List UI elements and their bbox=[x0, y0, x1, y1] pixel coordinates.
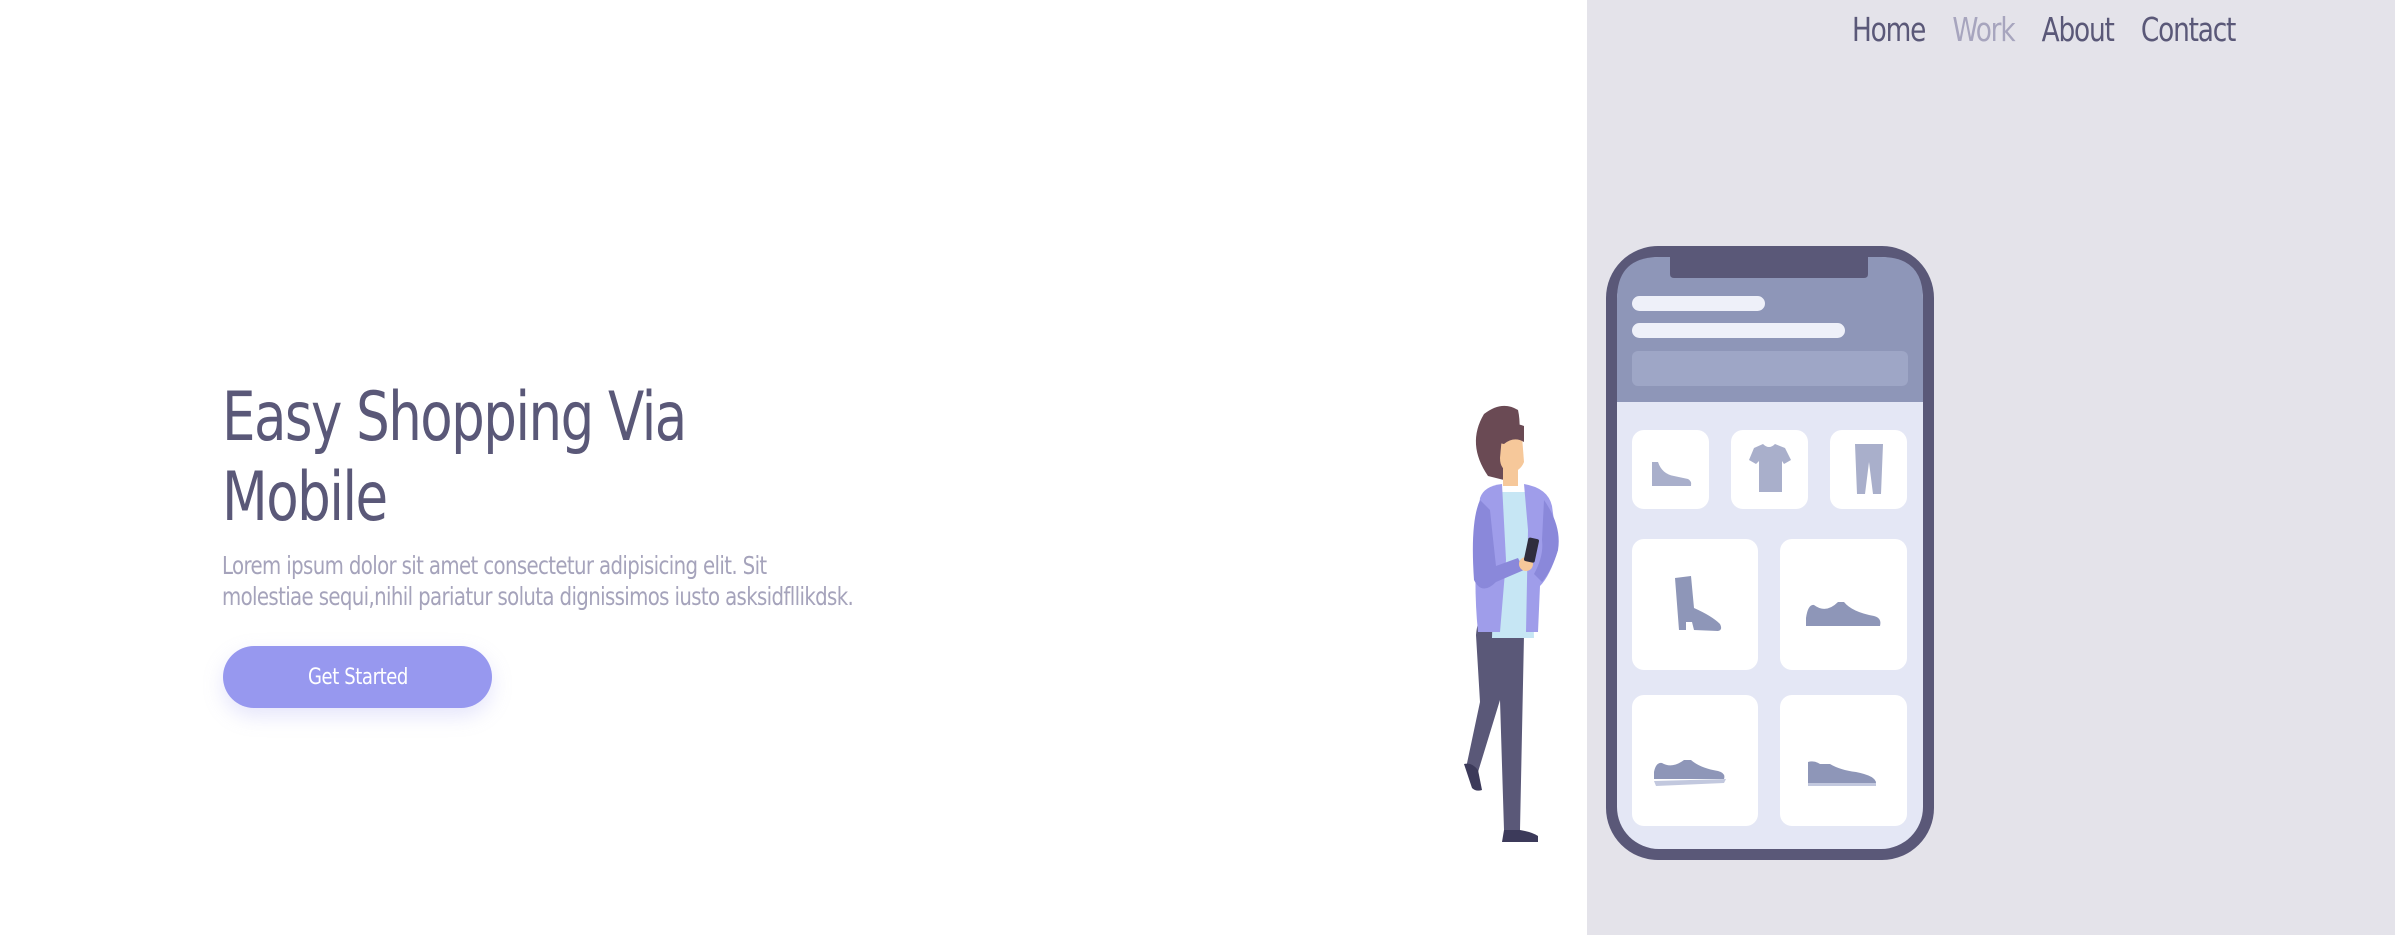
right-shoe-shape bbox=[1502, 830, 1538, 842]
hero-subtitle-line-2: molestiae sequi,nihil pariatur soluta di… bbox=[222, 582, 854, 611]
nav-link-contact[interactable]: Contact bbox=[2141, 10, 2237, 49]
phone-illustration bbox=[1606, 246, 1934, 860]
product-card bbox=[1632, 539, 1758, 670]
landing-page: Home Work About Contact Easy Shopping Vi… bbox=[0, 0, 2395, 935]
shopping-illustration bbox=[1464, 246, 1934, 860]
product-card bbox=[1632, 695, 1758, 826]
header-text-line bbox=[1632, 323, 1845, 338]
hero-section: Easy Shopping Via Mobile Lorem ipsum dol… bbox=[222, 378, 1122, 612]
woman-figure bbox=[1464, 405, 1559, 842]
product-card bbox=[1830, 430, 1907, 509]
nav-link-about[interactable]: About bbox=[2042, 10, 2115, 49]
get-started-label: Get Started bbox=[307, 664, 408, 690]
hero-subtitle: Lorem ipsum dolor sit amet consectetur a… bbox=[222, 550, 933, 612]
product-card bbox=[1632, 430, 1709, 509]
hero-subtitle-line-1: Lorem ipsum dolor sit amet consectetur a… bbox=[222, 551, 767, 580]
search-bar-shape bbox=[1632, 351, 1908, 386]
hero-title-line-2: Mobile bbox=[222, 458, 388, 537]
hero-title: Easy Shopping Via Mobile bbox=[222, 378, 846, 538]
phone-notch bbox=[1670, 257, 1868, 278]
hero-title-line-1: Easy Shopping Via bbox=[222, 378, 687, 457]
header-text-line bbox=[1632, 296, 1765, 311]
sneaker-sole-icon bbox=[1808, 783, 1876, 786]
get-started-button[interactable]: Get Started bbox=[223, 646, 492, 708]
legs-shape bbox=[1466, 610, 1525, 830]
product-card bbox=[1780, 695, 1907, 826]
nav-link-work[interactable]: Work bbox=[1952, 10, 2015, 49]
top-navigation: Home Work About Contact bbox=[1852, 0, 2237, 58]
nav-link-home[interactable]: Home bbox=[1852, 10, 1926, 49]
